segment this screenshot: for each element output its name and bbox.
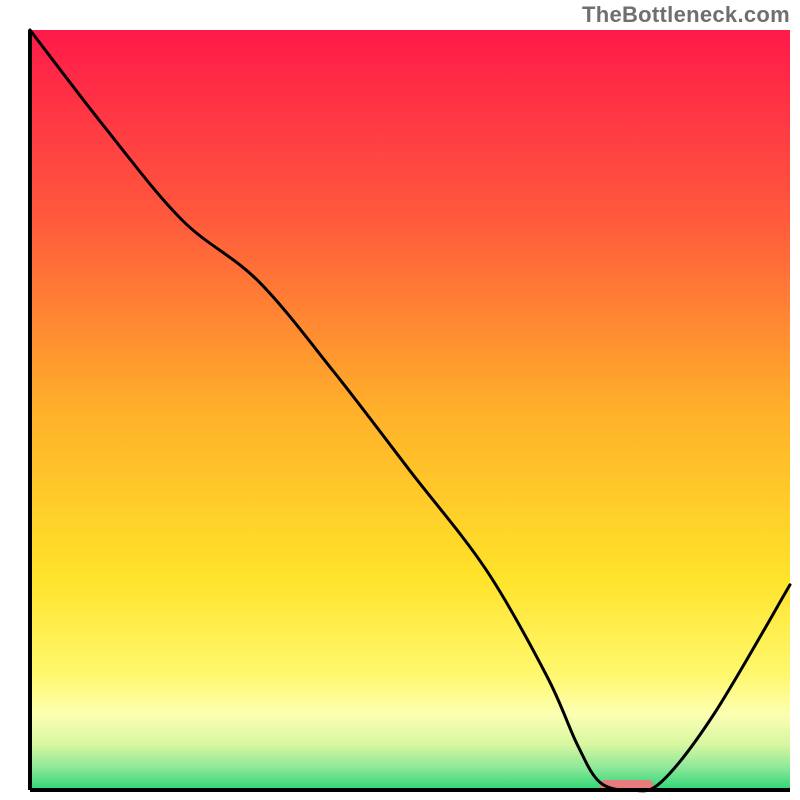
watermark-text: TheBottleneck.com [582,2,790,28]
gradient-background [30,30,790,790]
chart-frame: TheBottleneck.com [0,0,800,800]
bottleneck-chart [0,0,800,800]
